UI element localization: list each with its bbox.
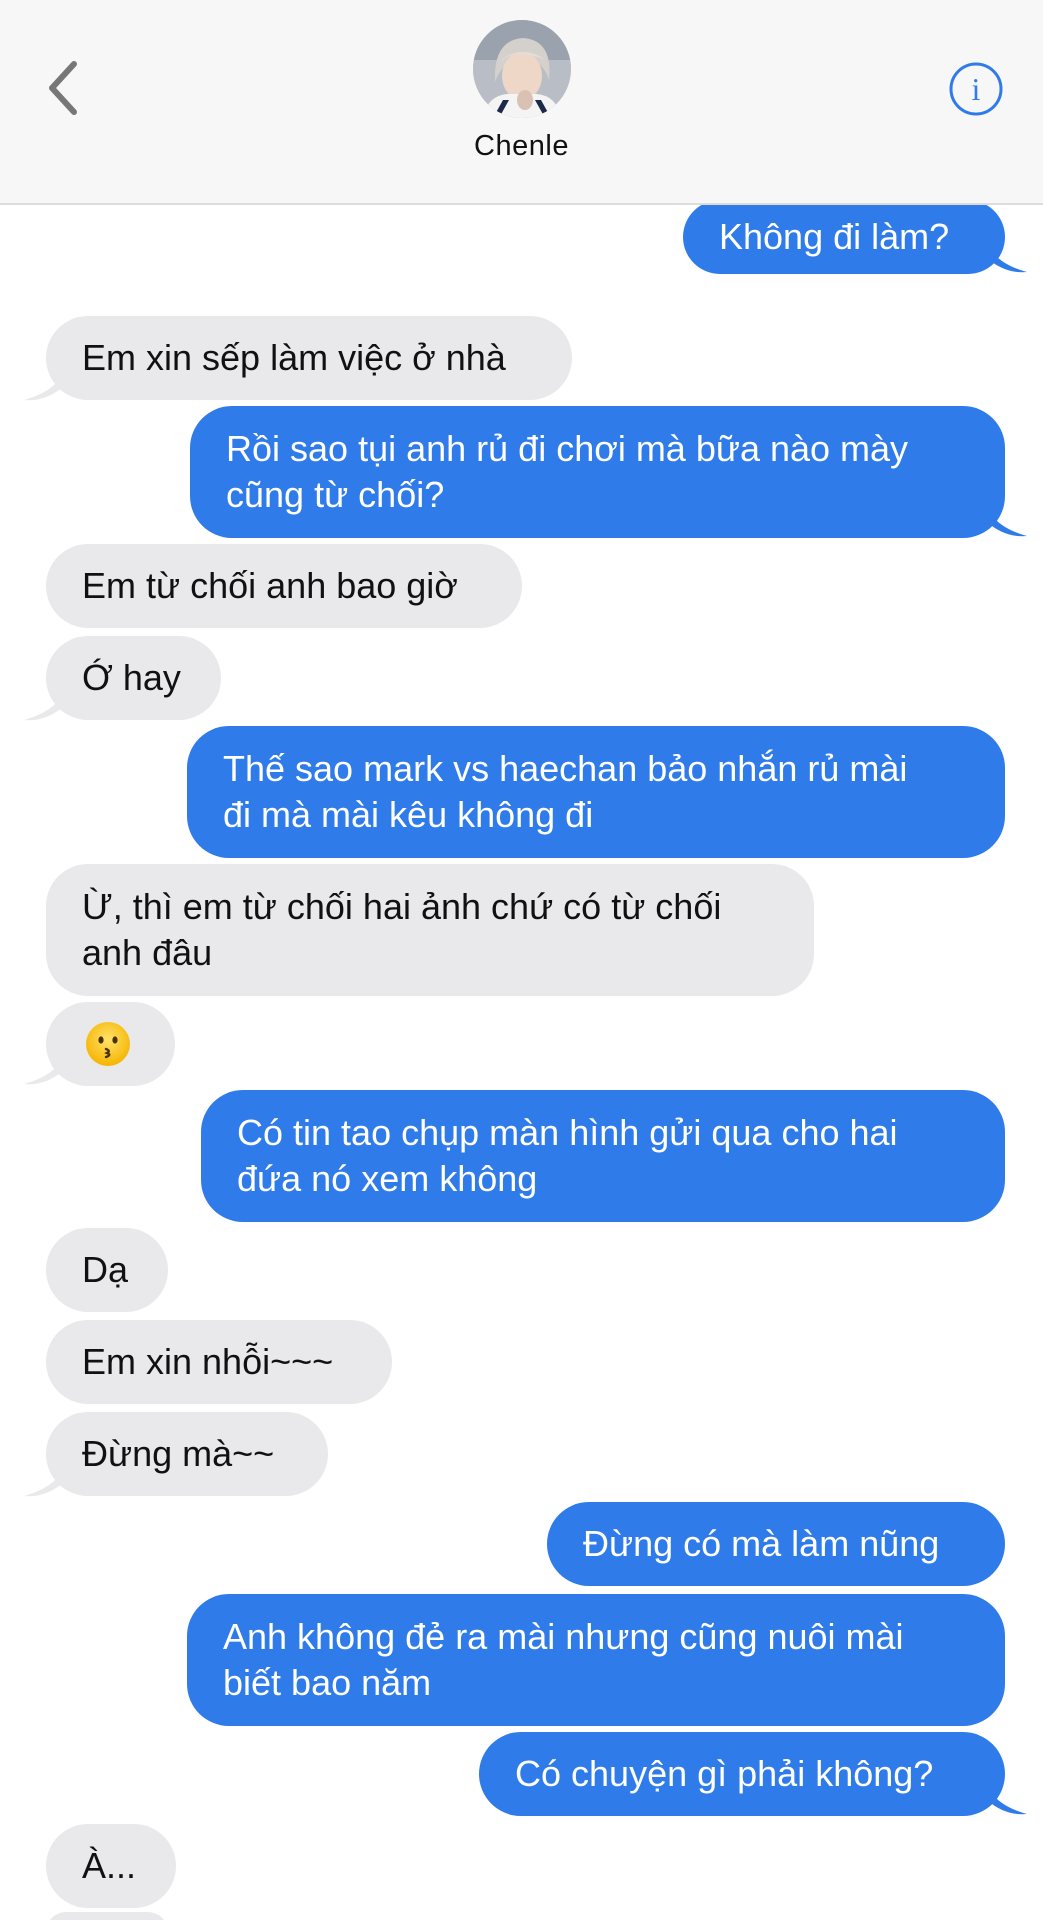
chevron-left-icon[interactable] [40,58,90,118]
info-icon[interactable]: i [948,61,1004,117]
message-bubble-incoming[interactable] [46,1912,168,1920]
message-bubble-incoming[interactable]: À... [46,1824,176,1908]
conversation-header: Chenle i [0,0,1043,205]
bubble-tail [987,508,1027,537]
message-bubble-incoming[interactable]: Đừng mà~~ [46,1412,328,1496]
messages-screen: Không đi làm? Em xin sếp làm việc ở nhà … [0,0,1043,1920]
conversation-thread[interactable]: Không đi làm? Em xin sếp làm việc ở nhà … [0,0,1043,1920]
bubble-tail [24,372,64,401]
message-bubble-outgoing[interactable]: Không đi làm? [683,200,1005,274]
message-bubble-outgoing[interactable]: Đừng có mà làm nũng [547,1502,1005,1586]
contact-name[interactable]: Chenle [0,130,1043,163]
message-bubble-outgoing[interactable]: Có tin tao chụp màn hình gửi qua cho hai… [201,1090,1005,1222]
bubble-tail [24,1056,64,1085]
svg-text:i: i [972,71,981,107]
avatar-image [473,20,571,118]
kissing-face-emoji-icon [86,1022,130,1066]
message-bubble-incoming[interactable] [46,1002,175,1086]
message-bubble-incoming[interactable]: Em xin nhỗi~~~ [46,1320,392,1404]
message-bubble-incoming[interactable]: Em từ chối anh bao giờ [46,544,522,628]
message-bubble-outgoing[interactable]: Có chuyện gì phải không? [479,1732,1005,1816]
message-bubble-outgoing[interactable]: Rồi sao tụi anh rủ đi chơi mà bữa nào mà… [190,406,1005,538]
message-bubble-incoming[interactable]: Em xin sếp làm việc ở nhà [46,316,572,400]
avatar[interactable] [473,20,571,118]
bubble-tail [987,244,1027,273]
bubble-tail [987,1786,1027,1815]
message-bubble-incoming[interactable]: Dạ [46,1228,168,1312]
message-bubble-incoming[interactable]: Ừ, thì em từ chối hai ảnh chứ có từ chối… [46,864,814,996]
bubble-tail [24,1468,64,1497]
message-bubble-outgoing[interactable]: Anh không đẻ ra mài nhưng cũng nuôi mài … [187,1594,1005,1726]
message-bubble-incoming[interactable]: Ớ hay [46,636,221,720]
message-bubble-outgoing[interactable]: Thế sao mark vs haechan bảo nhắn rủ mài … [187,726,1005,858]
bubble-tail [24,692,64,721]
